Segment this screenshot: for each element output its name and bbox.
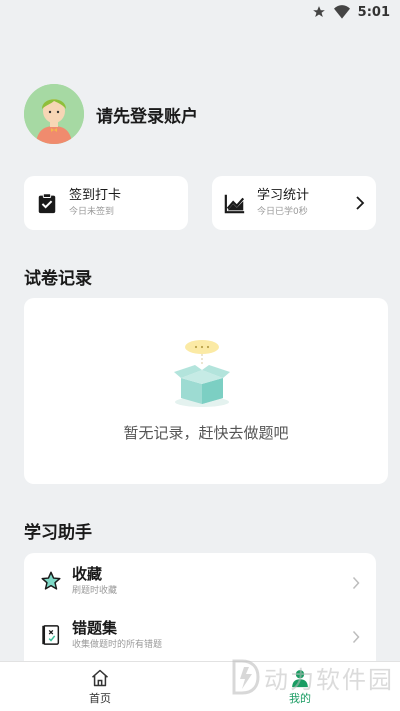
study-time: 今日已学0秒 — [257, 207, 308, 217]
chevron-right-icon — [352, 575, 360, 590]
assistant-title: 学习助手 — [24, 523, 92, 543]
empty-records-text: 暂无记录，赶快去做题吧 — [123, 424, 289, 442]
home-icon — [90, 668, 110, 688]
checkin-title: 签到打卡 — [69, 188, 122, 203]
login-prompt[interactable]: 请先登录账户 — [96, 102, 198, 127]
status-bar: 5:01 — [0, 0, 400, 24]
wifi-icon — [333, 5, 350, 19]
records-title: 试卷记录 — [24, 269, 92, 289]
bottom-tab-bar: 首页 我的 — [0, 661, 400, 711]
star-outline-icon — [40, 570, 62, 592]
chevron-right-icon — [352, 629, 360, 644]
favorites-item[interactable]: 收藏 刷题时收藏 — [24, 555, 376, 607]
wrong-questions-title: 错题集 — [72, 618, 118, 637]
tab-mine[interactable]: 我的 — [200, 662, 400, 711]
favorites-subtitle: 刷题时收藏 — [72, 585, 118, 596]
tab-home-label: 首页 — [89, 692, 111, 705]
checkin-status: 今日未签到 — [69, 207, 115, 217]
wrong-questions-subtitle: 收集做题时的所有错题 — [72, 639, 163, 650]
study-stats-title: 学习统计 — [257, 188, 310, 203]
favorites-title: 收藏 — [72, 564, 103, 583]
avatar-icon[interactable] — [24, 84, 84, 144]
wrong-questions-item[interactable]: 错题集 收集做题时的所有错题 — [24, 609, 376, 661]
chevron-right-icon — [355, 195, 365, 211]
status-time: 5:01 — [357, 4, 390, 20]
wrong-book-icon — [40, 624, 62, 646]
tab-mine-label: 我的 — [289, 692, 311, 705]
checkin-card[interactable]: 签到打卡 今日未签到 — [24, 176, 188, 230]
profile-header[interactable]: 请先登录账户 — [24, 84, 198, 144]
tab-home[interactable]: 首页 — [0, 662, 200, 711]
trend-chart-icon — [224, 192, 246, 214]
study-stats-card[interactable]: 学习统计 今日已学0秒 — [212, 176, 376, 230]
user-icon — [290, 668, 310, 688]
empty-box-icon — [171, 338, 233, 412]
star-icon — [312, 5, 326, 19]
clipboard-check-icon — [36, 192, 58, 214]
